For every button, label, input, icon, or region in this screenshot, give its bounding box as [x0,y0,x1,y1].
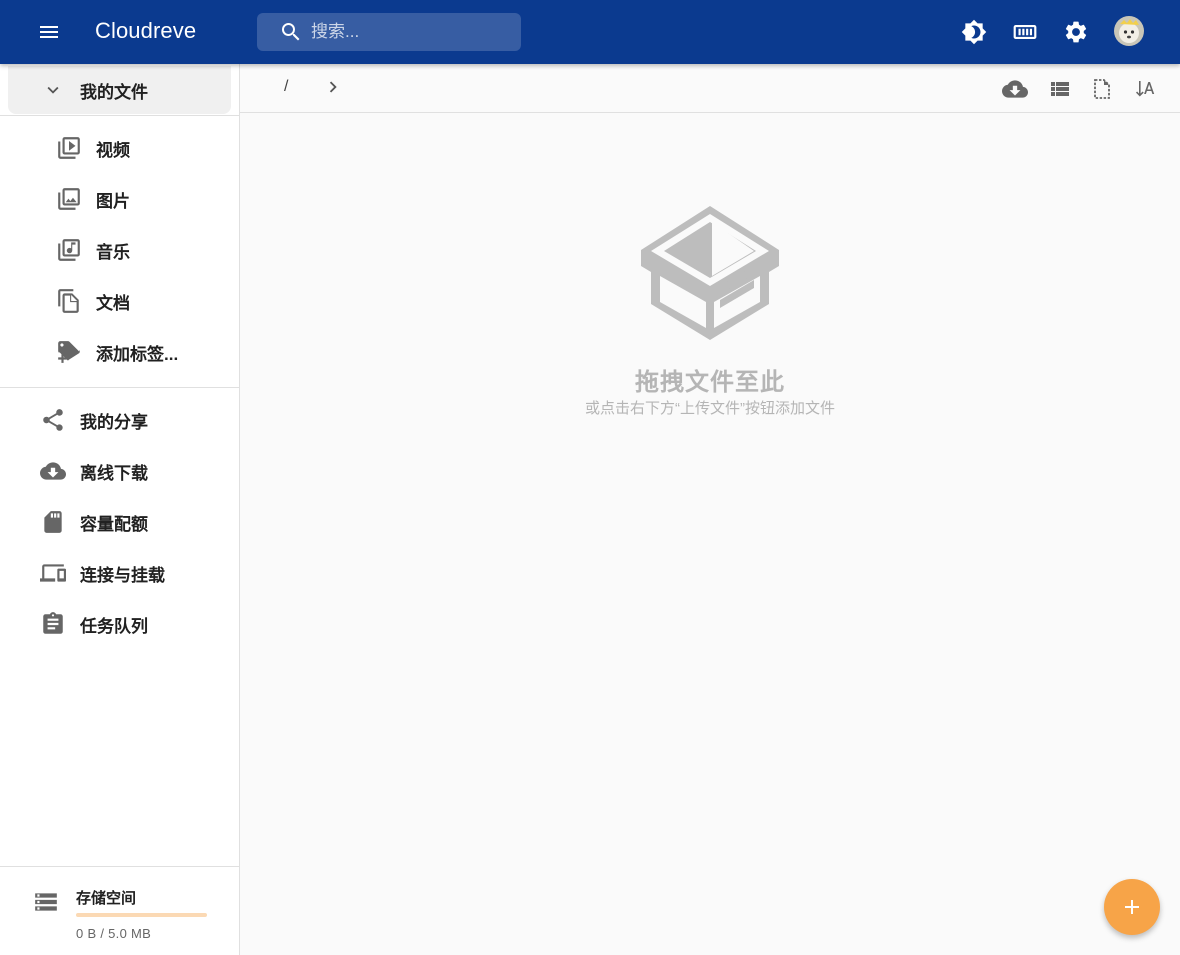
sidebar-item-label: 文档 [96,293,130,313]
sidebar-item-label: 容量配额 [80,514,148,534]
sidebar-item-offline-download[interactable]: 离线下载 [0,449,239,493]
add-tag-icon [56,339,82,365]
sidebar-item-images[interactable]: 图片 [0,177,239,221]
storage-progress-bar [76,913,207,917]
search-input[interactable] [311,22,511,42]
storage-icon [33,889,59,915]
upload-fab-button[interactable] [1104,879,1160,935]
sidebar-item-label: 视频 [96,140,130,160]
empty-state-title: 拖拽文件至此 [635,369,785,396]
sidebar-item-quota[interactable]: 容量配额 [0,500,239,544]
photo-library-icon [56,186,82,212]
sidebar-item-label: 我的文件 [80,82,148,102]
settings-icon[interactable] [1060,16,1092,48]
plus-icon [1125,900,1139,914]
sidebar-item-label: 连接与挂载 [80,565,165,585]
search-icon [279,20,303,44]
sidebar-item-label: 添加标签... [96,344,179,364]
app-title: Cloudreve [95,18,197,43]
file-toolbar: / [240,64,1180,113]
sd-card-icon [40,509,66,535]
avatar[interactable] [1114,16,1144,46]
empty-state-subtitle: 或点击右下方“上传文件”按钮添加文件 [585,400,835,417]
empty-box-icon [638,204,782,342]
storage-panel: 存储空间 0 B / 5.0 MB [0,866,239,955]
sidebar-item-documents[interactable]: 文档 [0,279,239,323]
chevron-down-icon [42,79,64,101]
app-bar: Cloudreve [0,0,1180,64]
assignment-icon [40,611,66,637]
sidebar-item-my-shares[interactable]: 我的分享 [0,398,239,442]
sidebar-item-label: 图片 [96,191,130,211]
storage-title: 存储空间 [76,890,137,907]
theme-toggle-icon[interactable] [958,16,990,48]
sidebar-item-label: 我的分享 [80,412,148,432]
select-all-file-icon[interactable] [1089,76,1115,102]
sidebar-item-label: 任务队列 [80,616,148,636]
view-list-icon[interactable] [1047,76,1073,102]
library-music-icon [56,237,82,263]
sidebar-item-my-files[interactable]: 我的文件 [8,66,231,114]
memory-icon[interactable] [1009,16,1041,48]
cloud-download-icon[interactable] [1002,76,1028,102]
video-library-icon [56,135,82,161]
menu-icon[interactable] [30,14,68,50]
divider [0,115,239,116]
file-copy-icon [56,288,82,314]
share-icon [40,407,66,433]
sidebar-item-music[interactable]: 音乐 [0,228,239,272]
sort-by-name-icon[interactable] [1133,76,1159,102]
sidebar-item-video[interactable]: 视频 [0,126,239,170]
search-box[interactable] [257,13,521,51]
sidebar-item-task-queue[interactable]: 任务队列 [0,602,239,646]
chevron-right-icon[interactable] [322,76,344,98]
cloud-download-icon [40,458,66,484]
devices-icon [40,560,66,586]
breadcrumb-root[interactable]: / [284,78,288,96]
sidebar-item-connect-mount[interactable]: 连接与挂载 [0,551,239,595]
sidebar: 我的文件 视频 图片 音乐 文档 添加标签... 我的分享 离线下载 容量配额 … [0,64,240,955]
sidebar-item-add-tag[interactable]: 添加标签... [0,330,239,374]
sidebar-item-label: 音乐 [96,242,130,262]
divider [0,387,239,388]
sidebar-item-label: 离线下载 [80,463,148,483]
storage-size-text: 0 B / 5.0 MB [76,926,152,941]
